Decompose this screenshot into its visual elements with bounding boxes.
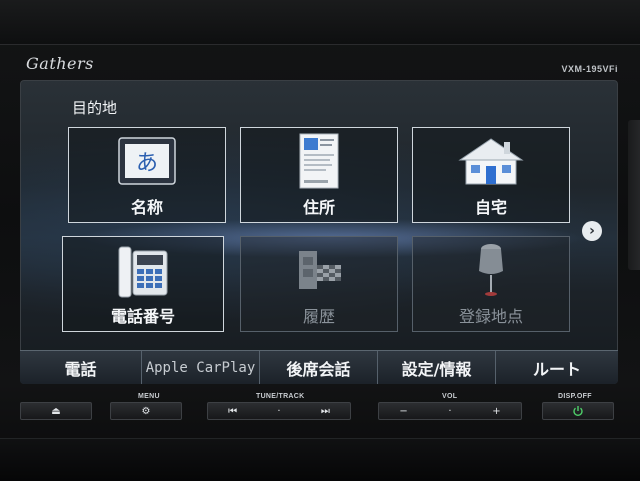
tile-label: 自宅 [474,198,507,217]
address-card-icon [299,133,339,189]
nav-settings-info-button[interactable]: 設定/情報 [378,351,496,384]
bezel-bottom-lip [0,438,640,481]
previous-track-icon[interactable]: ⏮ [228,406,237,417]
tile-history[interactable]: 履歴 [240,236,398,332]
model-number: VXM-195VFi [561,64,618,74]
vol-label: VOL [442,393,458,400]
side-edge [628,120,640,270]
eject-icon: ⏏ [51,405,61,417]
nav-route-button[interactable]: ルート [496,351,618,384]
tune-track-rocker[interactable]: ⏮ · ⏭ [207,402,351,420]
volume-rocker[interactable]: − · + [378,402,522,420]
tile-label: 履歴 [302,307,335,326]
phone-icon [118,246,168,298]
gear-icon: ⚙ [141,405,151,417]
hiragana-a-icon: あ [118,137,176,185]
chevron-right-icon[interactable]: › [582,221,602,241]
power-icon [573,406,583,417]
nav-phone-button[interactable]: 電話 [20,351,142,384]
bezel-top-strip [0,0,640,45]
rocker-center-icon: · [448,405,452,417]
disp-off-label: DISP.OFF [558,393,592,400]
svg-text:あ: あ [136,151,158,176]
tile-address[interactable]: 住所 [240,127,398,223]
brand-logo: Gathers [26,54,94,73]
volume-up-icon[interactable]: + [492,406,500,417]
nav-rear-conversation-button[interactable]: 後席会話 [260,351,378,384]
bottom-nav: 電話 Apple CarPlay 後席会話 設定/情報 ルート [20,350,618,384]
tile-label: 登録地点 [458,307,523,326]
hardware-button-row: ⏏ MENU ⚙ TUNE/TRACK ⏮ · ⏭ VOL − · + DISP… [0,392,640,432]
power-button[interactable] [542,402,614,420]
nav-carplay-button[interactable]: Apple CarPlay [142,351,260,384]
eject-button[interactable]: ⏏ [20,402,92,420]
history-flag-icon [299,251,341,289]
pushpin-icon [479,244,503,296]
volume-down-icon[interactable]: − [399,406,407,417]
tile-label: 電話番号 [110,307,175,326]
tile-home[interactable]: 自宅 [412,127,570,223]
next-track-icon[interactable]: ⏭ [321,406,330,417]
house-icon [458,138,524,185]
tile-label: 名称 [130,198,163,217]
tile-label: 住所 [302,198,335,217]
tile-name-search[interactable]: あ 名称 [68,127,226,223]
tune-track-label: TUNE/TRACK [256,393,305,400]
touch-screen: 目的地 あ 名称 住所 自宅 電話番号 履歴 登録地点 › 電話 Apple C… [20,80,618,384]
page-title: 目的地 [72,99,118,117]
tile-phone-number[interactable]: 電話番号 [62,236,224,332]
tile-registered-points[interactable]: 登録地点 [412,236,570,332]
rocker-center-icon: · [277,405,281,417]
menu-label: MENU [138,393,160,400]
menu-button[interactable]: ⚙ [110,402,182,420]
